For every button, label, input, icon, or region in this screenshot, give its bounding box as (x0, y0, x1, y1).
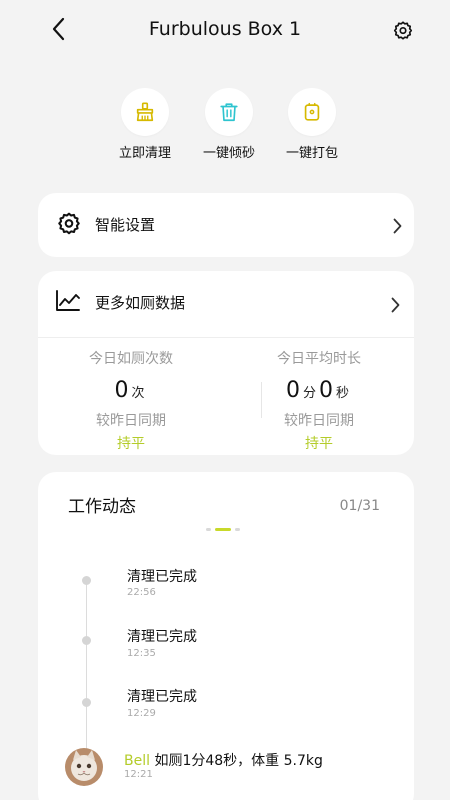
more-data-label: 更多如厕数据 (95, 294, 186, 312)
dump-sand-label: 一键倾砂 (202, 146, 255, 161)
carousel-dot (206, 528, 211, 531)
toilet-count-title: 今日如厕次数 (89, 351, 173, 367)
activity-card: 工作动态 01/31 清理已完成 22:56 清理已完成 12:35 清理已完成… (38, 472, 414, 800)
timeline-event-time: 22:56 (127, 587, 156, 598)
timeline-dot (82, 576, 91, 585)
timeline-event-title: 清理已完成 (127, 569, 197, 585)
carousel-dot-active (215, 528, 231, 531)
pack-label: 一键打包 (285, 146, 338, 161)
clean-now-label: 立即清理 (118, 146, 171, 161)
chevron-right-icon (391, 297, 400, 313)
gear-icon (393, 21, 413, 40)
activity-page-indicator: 01/31 (339, 498, 380, 514)
timeline-event-title: 清理已完成 (127, 629, 197, 645)
dump-sand-circle (205, 88, 253, 136)
pack-circle (288, 88, 336, 136)
toilet-count-trend: 持平 (117, 436, 145, 452)
package-icon (304, 102, 320, 121)
smart-settings-row[interactable]: 智能设置 (38, 193, 414, 257)
avg-duration-title: 今日平均时长 (277, 351, 361, 367)
page-title: Furbulous Box 1 (148, 18, 302, 40)
carousel-dots (206, 528, 240, 531)
timeline-line (86, 582, 87, 758)
cat-avatar[interactable] (65, 748, 103, 786)
cat-name[interactable]: Bell (124, 753, 150, 769)
toilet-count-value: 0 次 (36, 378, 226, 404)
settings-button[interactable] (392, 20, 414, 42)
cat-photo (65, 748, 103, 786)
clean-now-button[interactable]: 立即清理 (100, 88, 190, 161)
clean-now-circle (121, 88, 169, 136)
more-data-row[interactable]: 更多如厕数据 (38, 271, 414, 337)
broom-icon (136, 102, 154, 122)
carousel-dot (235, 528, 240, 531)
trash-icon (220, 103, 238, 122)
avg-duration-minutes-unit: 分 (302, 386, 316, 401)
cat-event-detail: 如厕1分48秒，体重 5.7kg (150, 753, 323, 769)
toilet-count-unit: 次 (131, 386, 145, 401)
avg-duration-value: 0 分 0 秒 (224, 378, 414, 404)
activity-title: 工作动态 (68, 497, 136, 517)
cat-event-text: Bell 如厕1分48秒，体重 5.7kg (124, 750, 323, 770)
cat-event-time: 12:21 (124, 769, 153, 780)
avg-duration-seconds: 0 (319, 378, 333, 403)
avg-duration-minutes: 0 (285, 378, 300, 403)
timeline-event-time: 12:35 (127, 648, 156, 659)
avg-duration-compare: 较昨日同期 (284, 413, 354, 429)
timeline-event-title: 清理已完成 (127, 689, 197, 705)
dump-sand-button[interactable]: 一键倾砂 (184, 88, 274, 161)
timeline-event-time: 12:29 (127, 708, 156, 719)
timeline-dot (82, 698, 91, 707)
avg-duration-trend: 持平 (305, 436, 333, 452)
toilet-data-card: 更多如厕数据 今日如厕次数 0 次 较昨日同期 持平 今日平均时长 0 分 0 … (38, 271, 414, 455)
gear-icon (58, 212, 80, 235)
today-stats: 今日如厕次数 0 次 较昨日同期 持平 今日平均时长 0 分 0 秒 较昨日同期… (38, 337, 414, 453)
header: Furbulous Box 1 (0, 0, 450, 62)
chevron-right-icon (393, 218, 402, 234)
avg-duration-stat: 今日平均时长 0 分 0 秒 较昨日同期 持平 (224, 338, 414, 453)
toilet-count-stat: 今日如厕次数 0 次 较昨日同期 持平 (36, 338, 226, 453)
toilet-count-number: 0 (114, 378, 129, 403)
timeline-dot (82, 636, 91, 645)
toilet-count-compare: 较昨日同期 (96, 413, 166, 429)
line-chart-icon (56, 290, 80, 311)
smart-settings-label: 智能设置 (95, 216, 156, 234)
avg-duration-seconds-unit: 秒 (336, 386, 350, 401)
pack-button[interactable]: 一键打包 (267, 88, 357, 161)
